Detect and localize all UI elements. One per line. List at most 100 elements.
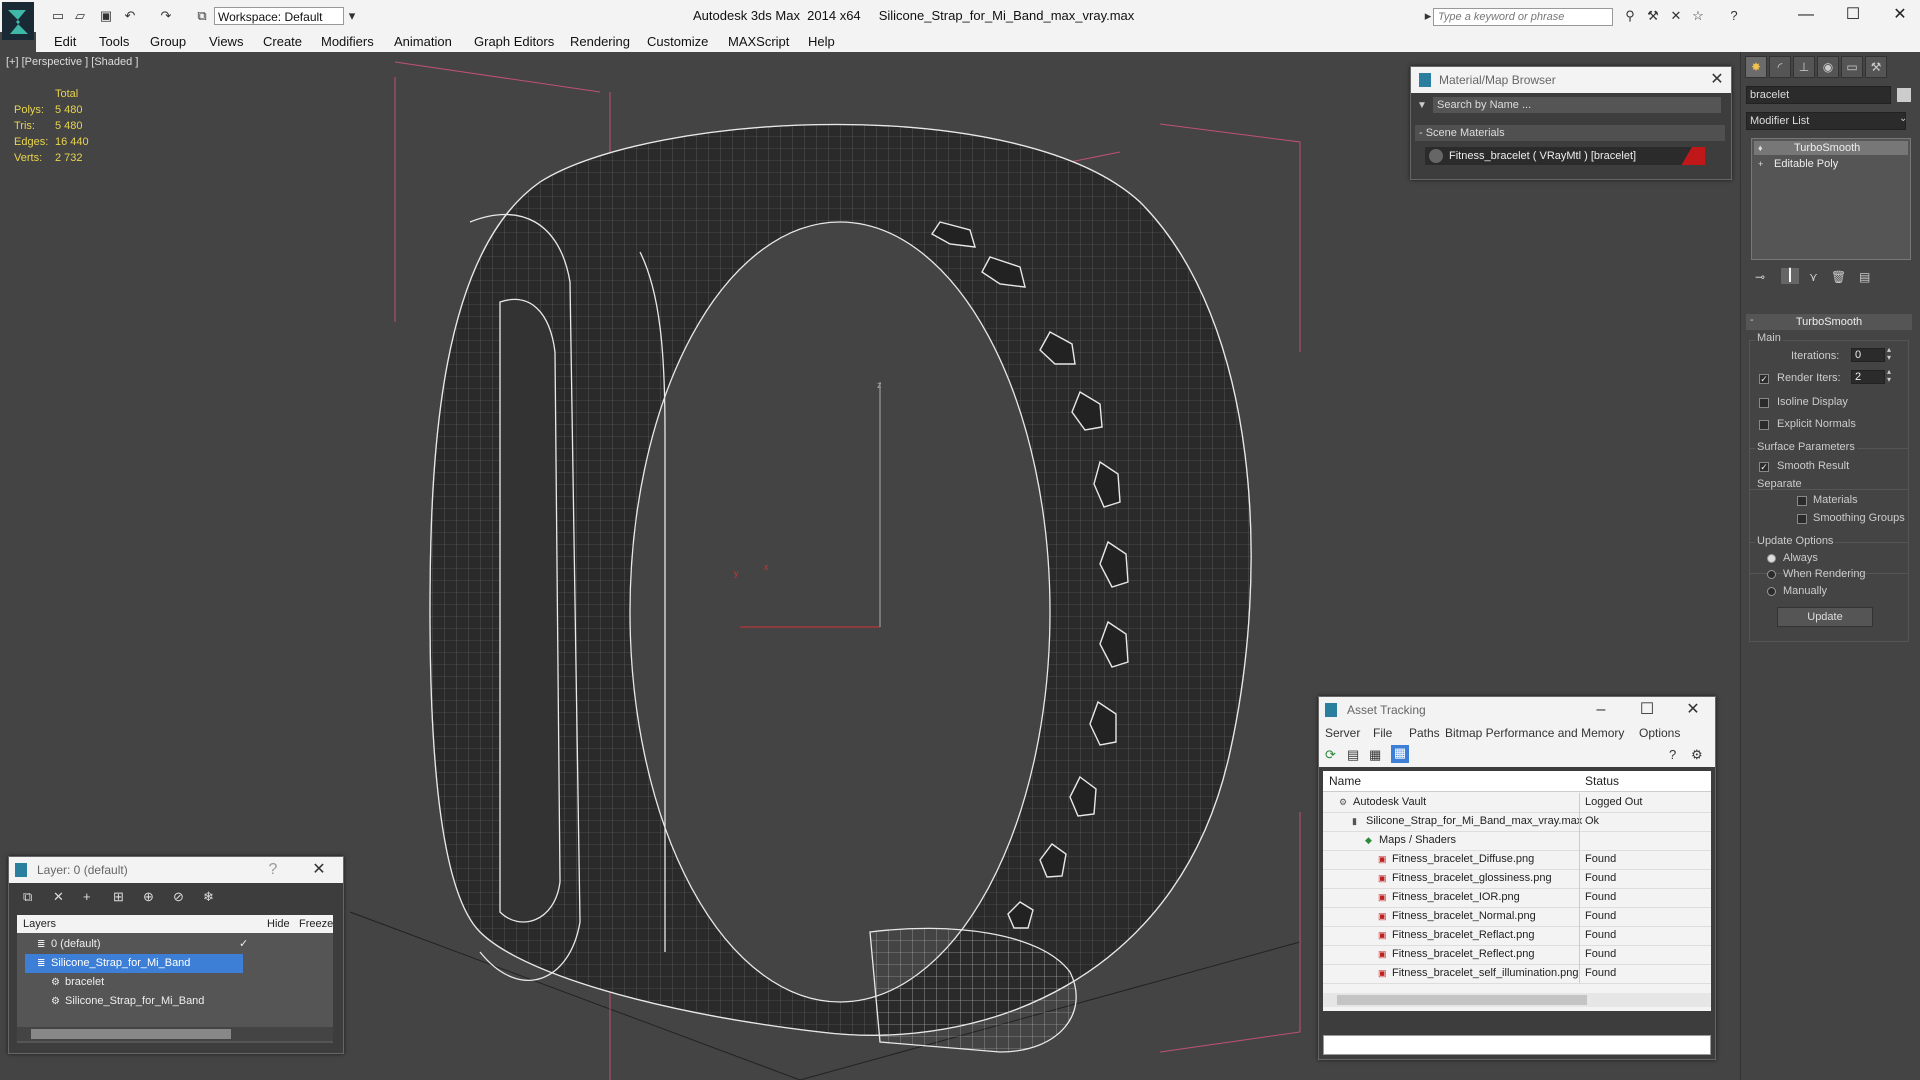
- menu-help[interactable]: Help: [808, 34, 835, 49]
- menu-rendering[interactable]: Rendering: [570, 34, 630, 49]
- col-freeze[interactable]: Freeze: [299, 915, 333, 933]
- asset-row[interactable]: ▣ Fitness_bracelet_Reflect.png Found: [1323, 945, 1711, 965]
- col-status[interactable]: Status: [1585, 771, 1619, 791]
- asset-row[interactable]: ⚙ Autodesk Vault Logged Out: [1323, 793, 1711, 813]
- menu-modifiers[interactable]: Modifiers: [321, 34, 374, 49]
- redo-icon[interactable]: ↷: [158, 8, 174, 24]
- asset-row[interactable]: ▣ Fitness_bracelet_Reflact.png Found: [1323, 926, 1711, 946]
- asset-tracking-titlebar[interactable]: Asset Tracking – ☐ ✕: [1319, 697, 1715, 723]
- stack-item-turbosmooth[interactable]: TurboSmooth: [1754, 141, 1908, 155]
- asset-settings-icon[interactable]: ⚙: [1691, 747, 1703, 763]
- utilities-tab-icon[interactable]: ⚒: [1865, 56, 1887, 78]
- asset-minimize-button[interactable]: –: [1591, 700, 1611, 720]
- asset-row[interactable]: ▣ Fitness_bracelet_Normal.png Found: [1323, 907, 1711, 927]
- active-layer-check-icon[interactable]: ✓: [239, 935, 248, 954]
- asset-path-field[interactable]: [1323, 1035, 1711, 1055]
- new-layer-icon[interactable]: ⧉: [23, 889, 32, 905]
- delete-layer-icon[interactable]: ✕: [53, 889, 64, 905]
- dropdown-arrow-icon[interactable]: ▾: [344, 8, 360, 24]
- display-tab-icon[interactable]: ▭: [1841, 56, 1863, 78]
- freeze-all-layers-icon[interactable]: ❄: [203, 889, 214, 905]
- list-view-icon[interactable]: ▤: [1347, 747, 1359, 763]
- asset-row[interactable]: ▣ Fitness_bracelet_Diffuse.png Found: [1323, 850, 1711, 870]
- configure-modifier-sets-icon[interactable]: ▤: [1859, 270, 1870, 284]
- project-folder-icon[interactable]: ⧉: [194, 8, 210, 24]
- asset-menu-options[interactable]: Options: [1639, 726, 1680, 740]
- render-iters-spinner[interactable]: 2: [1851, 370, 1885, 384]
- asset-help-icon[interactable]: ?: [1669, 747, 1676, 762]
- make-unique-icon[interactable]: ⋎: [1809, 270, 1818, 284]
- binoculars-icon[interactable]: ⚲: [1622, 8, 1638, 24]
- asset-horizontal-scrollbar[interactable]: [1323, 993, 1711, 1007]
- update-manually-radio[interactable]: [1767, 587, 1776, 596]
- new-file-icon[interactable]: ▭: [50, 8, 66, 24]
- scene-materials-section[interactable]: - Scene Materials: [1415, 125, 1725, 141]
- asset-menu-file[interactable]: File: [1373, 726, 1392, 740]
- menu-create[interactable]: Create: [263, 34, 302, 49]
- menu-maxscript[interactable]: MAXScript: [728, 34, 789, 49]
- menu-customize[interactable]: Customize: [647, 34, 708, 49]
- layer-object-row[interactable]: ⚙ bracelet: [17, 973, 333, 992]
- col-layers[interactable]: Layers: [23, 915, 56, 933]
- open-file-icon[interactable]: ▱: [72, 8, 88, 24]
- asset-row[interactable]: ▣ Fitness_bracelet_glossiness.png Found: [1323, 869, 1711, 889]
- favorites-star-icon[interactable]: ☆: [1690, 8, 1706, 24]
- asset-row[interactable]: ◆ Maps / Shaders: [1323, 831, 1711, 851]
- hide-all-layers-icon[interactable]: ⊘: [173, 889, 184, 905]
- iterations-spinner[interactable]: 0: [1851, 348, 1885, 362]
- lightbulb-icon[interactable]: ♦: [1758, 143, 1763, 153]
- add-to-layer-icon[interactable]: +: [83, 889, 91, 904]
- asset-menu-bitmap[interactable]: Bitmap Performance and Memory: [1445, 726, 1624, 740]
- search-options-icon[interactable]: ▼: [1417, 100, 1427, 111]
- smooth-result-checkbox[interactable]: ✓: [1759, 462, 1769, 472]
- show-end-result-icon[interactable]: ┃: [1781, 268, 1799, 284]
- menu-tools[interactable]: Tools: [99, 34, 129, 49]
- layer-object-row[interactable]: ⚙ Silicone_Strap_for_Mi_Band: [17, 992, 333, 1011]
- material-browser-titlebar[interactable]: Material/Map Browser ✕: [1411, 67, 1731, 93]
- render-iters-checkbox[interactable]: ✓: [1759, 374, 1769, 384]
- material-browser-close-button[interactable]: ✕: [1707, 70, 1727, 90]
- refresh-icon[interactable]: ⟳: [1325, 747, 1336, 763]
- col-hide[interactable]: Hide: [267, 915, 290, 933]
- update-button[interactable]: Update: [1777, 607, 1873, 627]
- table-view-icon[interactable]: ▦: [1391, 745, 1409, 763]
- layer-row-selected[interactable]: ≣ Silicone_Strap_for_Mi_Band: [17, 954, 333, 973]
- keyword-search-input[interactable]: Type a keyword or phrase: [1433, 8, 1613, 26]
- iterations-spinner-arrows-icon[interactable]: ▴ ▾: [1887, 346, 1891, 362]
- turbosmooth-rollout-header[interactable]: TurboSmooth: [1746, 314, 1912, 330]
- asset-close-button[interactable]: ✕: [1683, 700, 1703, 720]
- menu-views[interactable]: Views: [209, 34, 243, 49]
- workspace-dropdown[interactable]: Workspace: Default: [214, 7, 344, 25]
- pin-stack-icon[interactable]: ⊸: [1755, 270, 1765, 284]
- asset-row[interactable]: ▣ Fitness_bracelet_self_illumination.png F…: [1323, 964, 1711, 984]
- asset-row[interactable]: ▮ Silicone_Strap_for_Mi_Band_max_vray.max…: [1323, 812, 1711, 832]
- asset-menu-server[interactable]: Server: [1325, 726, 1360, 740]
- scrollbar-thumb[interactable]: [1337, 995, 1587, 1005]
- object-name-field[interactable]: bracelet: [1746, 86, 1891, 104]
- isoline-display-checkbox[interactable]: [1759, 398, 1769, 408]
- rollout-collapse-icon[interactable]: -: [1750, 314, 1754, 326]
- explicit-normals-checkbox[interactable]: [1759, 420, 1769, 430]
- modifier-list-arrow-icon[interactable]: ⌄: [1899, 113, 1907, 124]
- expand-plus-icon[interactable]: +: [1758, 159, 1763, 169]
- scrollbar-thumb[interactable]: [31, 1029, 231, 1039]
- thumbnail-view-icon[interactable]: ▦: [1369, 747, 1381, 763]
- motion-tab-icon[interactable]: ◉: [1817, 56, 1839, 78]
- maximize-button[interactable]: ☐: [1833, 4, 1873, 26]
- col-name[interactable]: Name: [1329, 771, 1361, 791]
- render-iters-spinner-arrows-icon[interactable]: ▴ ▾: [1887, 368, 1891, 384]
- stack-item-editable-poly[interactable]: Editable Poly: [1754, 157, 1908, 171]
- asset-maximize-button[interactable]: ☐: [1637, 700, 1657, 720]
- update-always-radio[interactable]: [1767, 554, 1776, 563]
- highlight-layer-icon[interactable]: ⊕: [143, 889, 154, 905]
- select-objects-icon[interactable]: ⊞: [113, 889, 124, 905]
- layer-horizontal-scrollbar[interactable]: [17, 1027, 333, 1041]
- asset-row[interactable]: ▣ Fitness_bracelet_IOR.png Found: [1323, 888, 1711, 908]
- separate-smoothing-groups-checkbox[interactable]: [1797, 514, 1807, 524]
- communication-icon[interactable]: ✕: [1668, 8, 1684, 24]
- material-search-input[interactable]: Search by Name ...: [1433, 97, 1721, 113]
- modify-tab-icon[interactable]: ◜: [1769, 56, 1791, 78]
- close-button[interactable]: ✕: [1880, 4, 1920, 26]
- menu-group[interactable]: Group: [150, 34, 186, 49]
- material-item[interactable]: Fitness_bracelet ( VRayMtl ) [bracelet]: [1425, 147, 1705, 165]
